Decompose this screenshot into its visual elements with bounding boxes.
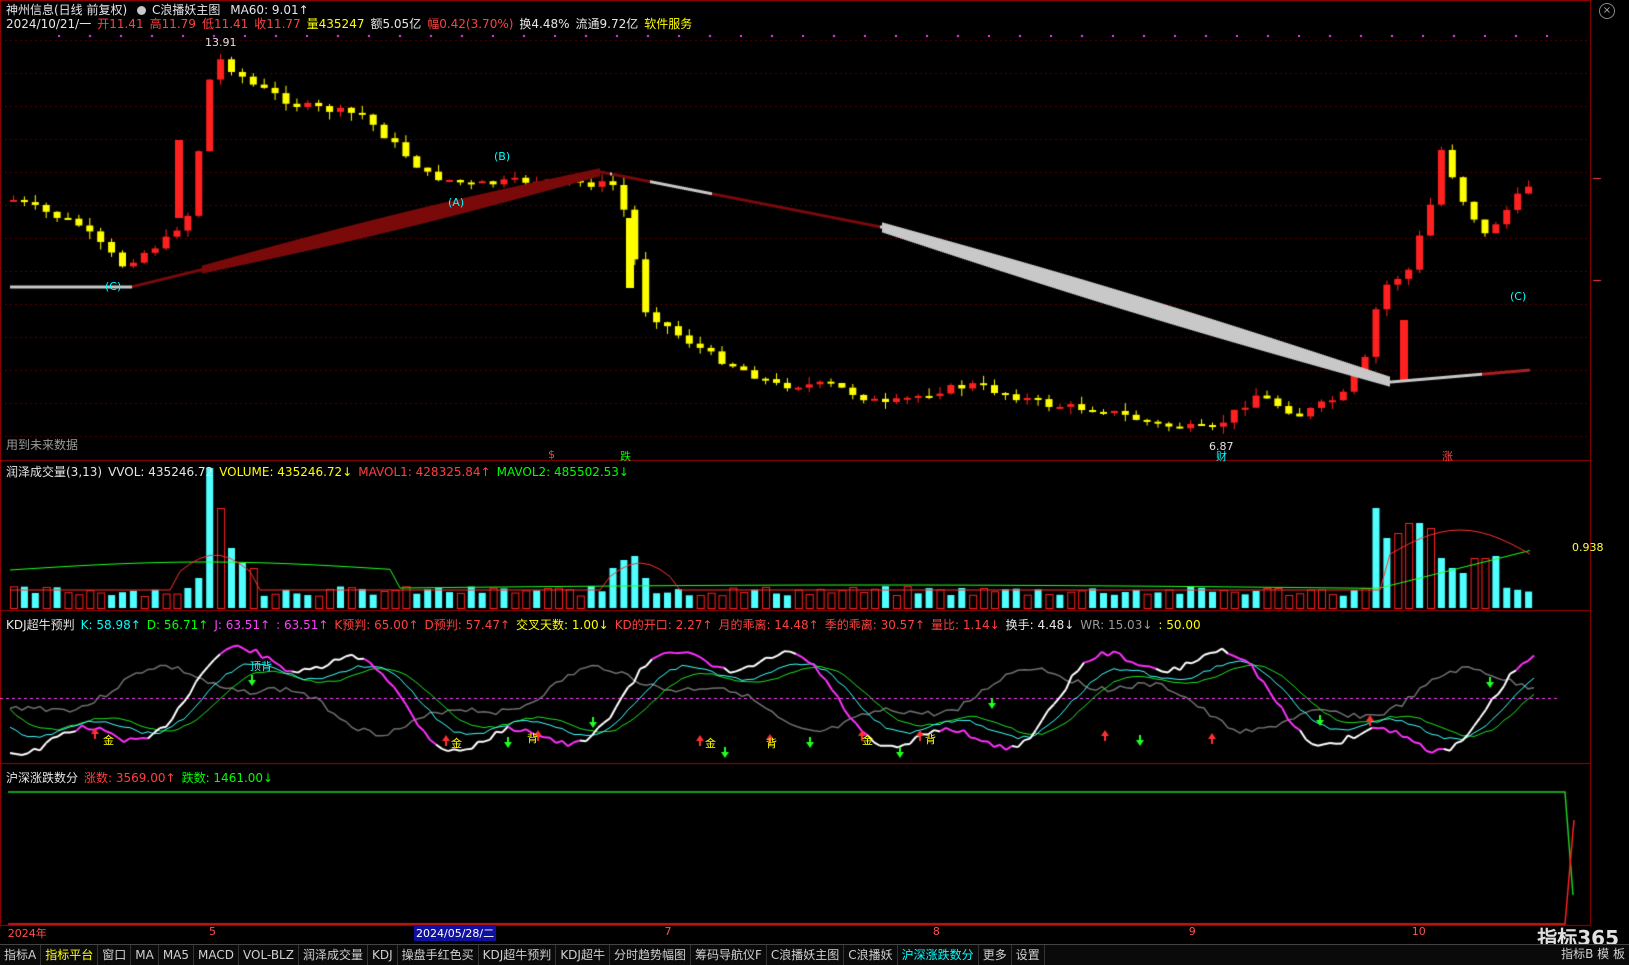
label-bei3: 背 — [766, 737, 777, 750]
quote-field-6: 额5.05亿 — [370, 17, 422, 31]
quote-field-4: 收11.77 — [254, 17, 301, 31]
label-bei2: 背 — [527, 732, 538, 745]
label-die: 跌 — [620, 450, 631, 463]
quote-field-7: 幅0.42(3.70%) — [427, 17, 514, 31]
label-zhang: 涨 — [1442, 450, 1453, 463]
quote-field-2: 高11.79 — [149, 17, 196, 31]
tab-5[interactable]: MACD — [194, 945, 239, 965]
kdj-field-3: J: 63.51↑ — [214, 618, 271, 632]
label-high: 13.91 — [205, 36, 237, 49]
tab-17[interactable]: 更多 — [979, 945, 1012, 965]
future-data-note: 用到未来数据 — [6, 438, 79, 452]
vol-field-3: MAVOL1: 428325.84↑ — [358, 465, 491, 479]
kdj-field-5: K预判: 65.00↑ — [334, 618, 419, 632]
kdj-field-6: D预判: 57.47↑ — [424, 618, 511, 632]
quote-field-8: 换4.48% — [519, 17, 570, 31]
kdj-field-0: KDJ超牛预判 — [6, 618, 75, 632]
tab-15[interactable]: C浪播妖 — [844, 945, 898, 965]
kdj-field-14: : 50.00 — [1158, 618, 1201, 632]
label-cai: 财 — [1216, 450, 1227, 463]
settings-dot-icon[interactable] — [137, 6, 147, 15]
label-wave_a: (A) — [448, 196, 465, 209]
date-label-0: 2024年 — [7, 927, 47, 940]
label-wave_c2: (C) — [1510, 290, 1527, 303]
tab-14[interactable]: C浪播妖主图 — [767, 945, 845, 965]
adv-field-0: 沪深涨跌数分 — [6, 771, 79, 785]
label-s_mark: $ — [548, 448, 555, 461]
quote-field-1: 开11.41 — [97, 17, 144, 31]
label-jin4: 金 — [862, 734, 873, 747]
tab-18[interactable]: 设置 — [1012, 945, 1045, 965]
kdj-field-10: 季的乖离: 30.57↑ — [824, 618, 925, 632]
kdj-field-12: 换手: 4.48↓ — [1005, 618, 1075, 632]
quote-field-0: 2024/10/21/一 — [6, 17, 92, 31]
quote-field-9: 流通9.72亿 — [575, 17, 639, 31]
tab-8[interactable]: KDJ — [368, 945, 398, 965]
kdj-header: KDJ超牛预判 K: 58.98↑ D: 56.71↑ J: 63.51↑ : 63.5… — [6, 618, 1207, 632]
label-jin1: 金 — [103, 734, 114, 747]
label-wave_b: (B) — [494, 150, 511, 163]
label-bei1: 顶背 — [250, 660, 272, 673]
tab-3[interactable]: MA — [131, 945, 159, 965]
tabbar-right[interactable]: 指标B 模 板 — [1561, 944, 1625, 964]
indicator-name[interactable]: C浪播妖主图 — [152, 3, 220, 17]
kdj-field-11: 量比: 1.14↓ — [931, 618, 1000, 632]
tab-1[interactable]: 指标平台 — [41, 945, 99, 965]
tab-12[interactable]: 分时趋势幅图 — [610, 945, 691, 965]
date-label-3: 8 — [932, 925, 940, 938]
main-header: 神州信息(日线 前复权) C浪播妖主图 MA60: 9.01↑ — [6, 3, 315, 17]
vol-field-0: 润泽成交量(3,13) — [6, 465, 103, 479]
stock-title[interactable]: 神州信息(日线 前复权) — [6, 3, 127, 17]
tab-7[interactable]: 润泽成交量 — [299, 945, 368, 965]
selected-date: 2024/05/28/二 — [414, 925, 497, 941]
vol-field-4: MAVOL2: 485502.53↓ — [496, 465, 629, 479]
tab-11[interactable]: KDJ超牛 — [556, 945, 610, 965]
tab-4[interactable]: MA5 — [159, 945, 195, 965]
vol-field-1: VVOL: 435246.72 — [108, 465, 214, 479]
date-label-5: 10 — [1411, 925, 1426, 938]
vol-field-2: VOLUME: 435246.72↓ — [219, 465, 353, 479]
tab-16[interactable]: 沪深涨跌数分 — [898, 945, 979, 965]
tab-13[interactable]: 筹码导航仪F — [691, 945, 767, 965]
tab-6[interactable]: VOL-BLZ — [239, 945, 299, 965]
quote-field-10: 软件服务 — [644, 17, 693, 31]
kdj-field-2: D: 56.71↑ — [146, 618, 209, 632]
tab-0[interactable]: 指标A — [0, 945, 42, 965]
kdj-field-1: K: 58.98↑ — [80, 618, 141, 632]
kdj-field-4: : 63.51↑ — [276, 618, 329, 632]
adv-field-2: 跌数: 1461.00↓ — [181, 771, 274, 785]
ma60-value: MA60: 9.01↑ — [230, 3, 309, 17]
indicator-tab-bar: 指标A 指标平台 窗口 MA MA5 MACD VOL-BLZ 润泽成交量 KDJ 操盘手红色买 K… — [0, 944, 1629, 965]
label-jin2: 金 — [451, 737, 462, 750]
date-label-1: 5 — [209, 925, 217, 938]
quote-field-3: 低11.41 — [201, 17, 249, 31]
label-ratio: 0.938 — [1572, 541, 1604, 554]
kdj-field-7: 交叉天数: 1.00↓ — [516, 618, 609, 632]
kdj-field-13: WR: 15.03↓ — [1080, 618, 1153, 632]
kdj-field-8: KD的开口: 2.27↑ — [614, 618, 713, 632]
quote-field-5: 量435247 — [306, 17, 365, 31]
tab-10[interactable]: KDJ超牛预判 — [479, 945, 557, 965]
tab-9[interactable]: 操盘手红色买 — [398, 945, 479, 965]
quote-line: 2024/10/21/一 开11.41 高11.79 低11.41 收11.77 量435… — [6, 17, 698, 31]
label-wave_c1: (C) — [105, 280, 122, 293]
close-icon[interactable]: × — [1599, 3, 1615, 19]
advdec-header: 沪深涨跌数分 涨数: 3569.00↑ 跌数: 1461.00↓ — [6, 771, 279, 785]
adv-field-1: 涨数: 3569.00↑ — [84, 771, 176, 785]
tab-2[interactable]: 窗口 — [98, 945, 132, 965]
kdj-field-9: 月的乖离: 14.48↑ — [718, 618, 819, 632]
label-jin3: 金 — [705, 737, 716, 750]
date-label-4: 9 — [1188, 925, 1196, 938]
date-label-2: 7 — [664, 925, 672, 938]
label-bei4: 背 — [925, 733, 936, 746]
volume-header: 润泽成交量(3,13) VVOL: 435246.72 VOLUME: 435246… — [6, 465, 635, 479]
date-axis: 2024/05/28/二 2024年 5 7 8 9 10 — [0, 925, 1560, 941]
